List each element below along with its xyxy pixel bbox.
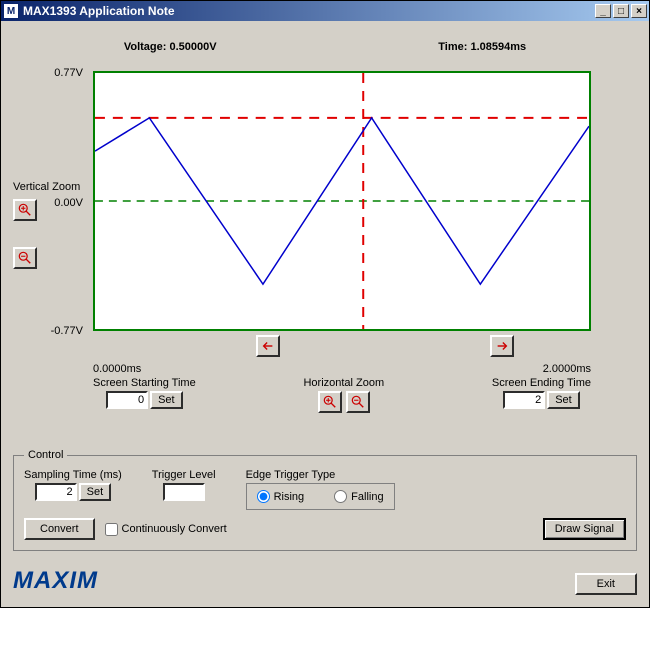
trigger-level-input[interactable]	[163, 483, 205, 501]
trigger-level-label: Trigger Level	[152, 469, 216, 481]
control-legend: Control	[24, 449, 67, 461]
titlebar: M MAX1393 Application Note _ □ ×	[1, 1, 649, 21]
x-start-label: 0.0000ms	[93, 363, 141, 375]
screen-start-set-button[interactable]: Set	[150, 391, 183, 409]
exit-button[interactable]: Exit	[575, 573, 637, 595]
edge-trigger-group: Rising Falling	[246, 483, 395, 510]
readouts: Voltage: 0.50000V Time: 1.08594ms	[13, 41, 637, 53]
screen-end-input[interactable]	[503, 391, 545, 409]
y-max-label: 0.77V	[23, 67, 83, 79]
pan-left-button[interactable]	[256, 335, 280, 357]
screen-end-label: Screen Ending Time	[492, 377, 591, 389]
voltage-readout: Voltage: 0.50000V	[124, 41, 217, 53]
minimize-button[interactable]: _	[595, 4, 611, 18]
control-group: Control Sampling Time (ms) Set Trigger L…	[13, 449, 637, 551]
hzoom-in-button[interactable]	[318, 391, 342, 413]
sampling-time-label: Sampling Time (ms)	[24, 469, 122, 481]
screen-start-input[interactable]	[106, 391, 148, 409]
app-icon: M	[3, 3, 19, 19]
maxim-logo: MAXIM	[13, 567, 98, 595]
vertical-zoom-label: Vertical Zoom	[13, 181, 80, 193]
draw-signal-button[interactable]: Draw Signal	[543, 518, 626, 540]
time-readout: Time: 1.08594ms	[438, 41, 526, 53]
vzoom-in-button[interactable]	[13, 199, 37, 221]
screen-end-set-button[interactable]: Set	[547, 391, 580, 409]
pan-right-button[interactable]	[490, 335, 514, 357]
app-window: M MAX1393 Application Note _ □ × Voltage…	[0, 0, 650, 608]
edge-trigger-label: Edge Trigger Type	[246, 469, 395, 481]
vzoom-out-button[interactable]	[13, 247, 37, 269]
screen-start-label: Screen Starting Time	[93, 377, 196, 389]
x-end-label: 2.0000ms	[543, 363, 591, 375]
y-min-label: -0.77V	[23, 325, 83, 337]
continuous-convert-checkbox[interactable]: Continuously Convert	[105, 523, 227, 536]
rising-radio[interactable]: Rising	[257, 490, 305, 503]
convert-button[interactable]: Convert	[24, 518, 95, 540]
sampling-set-button[interactable]: Set	[79, 483, 112, 501]
falling-radio[interactable]: Falling	[334, 490, 383, 503]
scope-plot[interactable]	[93, 71, 591, 331]
hzoom-out-button[interactable]	[346, 391, 370, 413]
horizontal-zoom-label: Horizontal Zoom	[303, 377, 384, 389]
window-title: MAX1393 Application Note	[23, 4, 593, 18]
sampling-time-input[interactable]	[35, 483, 77, 501]
close-button[interactable]: ×	[631, 4, 647, 18]
maximize-button[interactable]: □	[613, 4, 629, 18]
